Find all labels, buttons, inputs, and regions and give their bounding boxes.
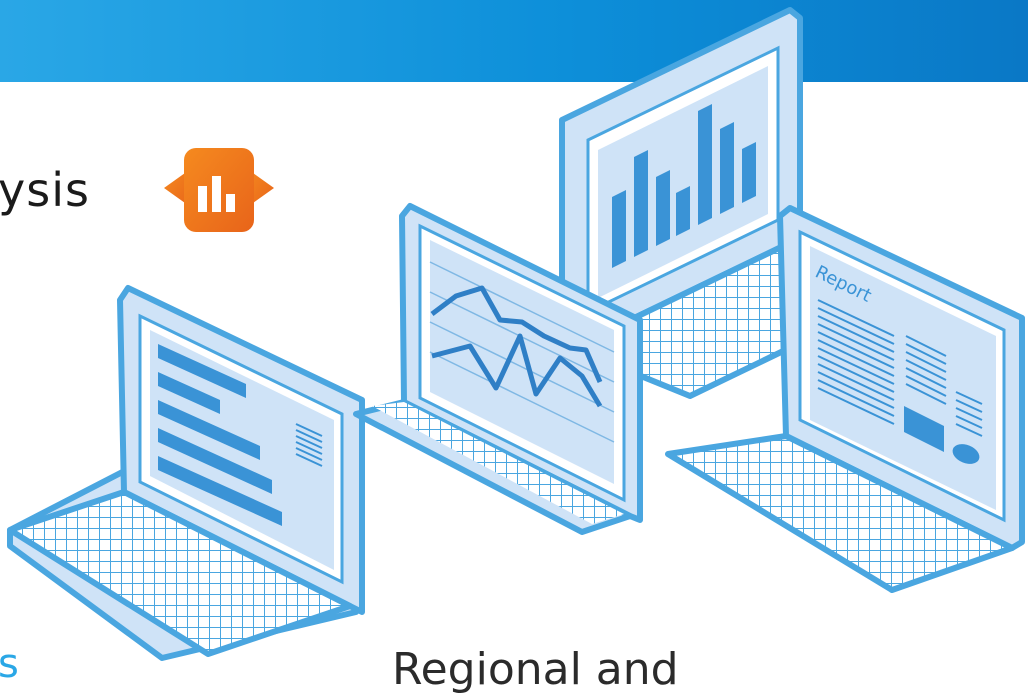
laptops-illustration: Report [7, 7, 1025, 661]
laptop-bar-list [7, 285, 365, 661]
footer-center-text: Regional and [392, 644, 679, 695]
footer-left-text: s [0, 641, 19, 687]
